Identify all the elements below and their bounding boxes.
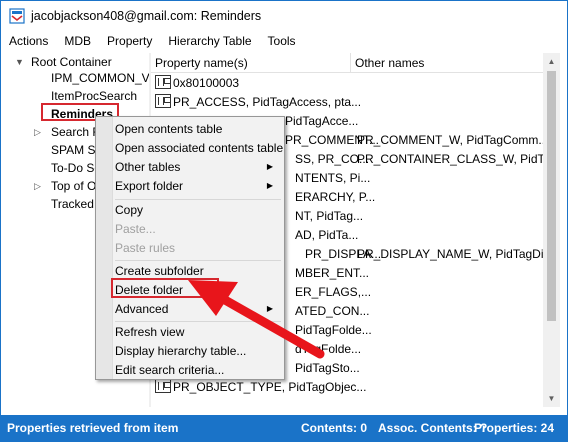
menu-actions[interactable]: Actions	[1, 34, 56, 48]
other-names-cell: PR_DISPLAY_NAME_W, PidTagDis...	[357, 247, 560, 261]
tree-item-tracked[interactable]: Tracked	[51, 195, 94, 213]
menu-separator	[115, 199, 281, 200]
table-header: Property name(s) Other names	[151, 53, 543, 73]
status-bar: Properties retrieved from item Contents:…	[1, 415, 567, 441]
menu-item-export-folder[interactable]: Export folder ▶	[115, 177, 281, 195]
column-header-property-names[interactable]: Property name(s)	[151, 53, 351, 73]
menu-item-label: Advanced	[115, 302, 169, 316]
property-icon	[155, 379, 171, 393]
property-name-cell: NTENTS, Pi...	[295, 171, 371, 185]
property-name-cell: AD, PidTa...	[295, 228, 359, 242]
status-properties: Properties: 24	[474, 421, 555, 435]
status-message: Properties retrieved from item	[7, 421, 179, 435]
vertical-scrollbar[interactable]: ▲ ▼	[543, 53, 560, 407]
scroll-thumb[interactable]	[547, 71, 556, 321]
tree-item-top-of-information-store[interactable]: Top of O	[51, 177, 96, 195]
menu-bar: Actions MDB Property Hierarchy Table Too…	[1, 31, 567, 51]
property-name-cell: PidTagAcce...	[285, 114, 359, 128]
tree-item-search-root[interactable]: Search R	[51, 123, 101, 141]
menu-separator	[115, 260, 281, 261]
table-row[interactable]: 0x80100003	[155, 74, 239, 93]
tree-item-todo-search[interactable]: To-Do Se	[51, 159, 101, 177]
table-row[interactable]: NTENTS, Pi...	[295, 169, 370, 188]
table-row[interactable]: NT, PidTag...	[295, 207, 363, 226]
menu-gutter	[96, 117, 113, 379]
menu-mdb[interactable]: MDB	[56, 34, 99, 48]
mapi-app-icon	[9, 8, 25, 24]
menu-item-open-associated-contents-table[interactable]: Open associated contents table	[115, 139, 283, 157]
menu-item-refresh-view[interactable]: Refresh view	[115, 323, 184, 341]
menu-item-label: Other tables	[115, 160, 181, 174]
property-name-cell: ERARCHY, P...	[295, 190, 376, 204]
other-names-cell: PR_COMMENT_W, PidTagComm...	[357, 133, 549, 147]
annotation-arrow-icon	[188, 280, 325, 359]
window-title: jacobjackson408@gmail.com: Reminders	[31, 9, 262, 23]
property-name-cell: PR_ACCESS, PidTagAccess, pta...	[173, 95, 362, 109]
menu-item-other-tables[interactable]: Other tables ▶	[115, 158, 281, 176]
menu-property[interactable]: Property	[99, 34, 160, 48]
table-row[interactable]: PR_ACCESS, PidTagAccess, pta...	[155, 93, 361, 112]
scroll-down-icon[interactable]: ▼	[543, 390, 560, 407]
property-icon	[155, 75, 171, 89]
menu-hierarchy-table[interactable]: Hierarchy Table	[160, 34, 259, 48]
tree-item-ipm-common-views[interactable]: IPM_COMMON_V	[51, 69, 149, 87]
menu-tools[interactable]: Tools	[260, 34, 304, 48]
menu-item-paste[interactable]: Paste...	[115, 220, 156, 238]
property-name-cell: 0x80100003	[173, 76, 240, 90]
menu-item-copy[interactable]: Copy	[115, 201, 143, 219]
scroll-up-icon[interactable]: ▲	[543, 53, 560, 70]
menu-item-open-contents-table[interactable]: Open contents table	[115, 120, 222, 138]
table-row[interactable]: ERARCHY, P...	[295, 188, 375, 207]
table-row[interactable]: PidTagAcce...	[285, 112, 358, 131]
property-name-cell: PR_OBJECT_TYPE, PidTagObjec...	[173, 380, 367, 394]
table-row[interactable]: AD, PidTa...	[295, 226, 358, 245]
table-row[interactable]: PR_OBJECT_TYPE, PidTagObjec...	[155, 378, 366, 397]
status-contents: Contents: 0	[301, 421, 367, 435]
submenu-arrow-icon: ▶	[266, 162, 273, 171]
property-name-cell: NT, PidTag...	[295, 209, 364, 223]
menu-item-label: Export folder	[115, 179, 184, 193]
menu-item-paste-rules[interactable]: Paste rules	[115, 239, 175, 257]
other-names-cell: PR_CONTAINER_CLASS_W, PidTa...	[357, 152, 561, 166]
expand-icon[interactable]: ▷	[34, 123, 42, 141]
submenu-arrow-icon: ▶	[266, 181, 273, 190]
property-icon	[155, 94, 171, 108]
column-header-other-names[interactable]: Other names	[351, 53, 543, 73]
expand-icon[interactable]: ▷	[34, 177, 42, 195]
collapse-icon[interactable]: ▼	[15, 53, 24, 71]
status-assoc-contents: Assoc. Contents: ?	[378, 421, 488, 435]
title-bar: jacobjackson408@gmail.com: Reminders	[1, 1, 567, 31]
